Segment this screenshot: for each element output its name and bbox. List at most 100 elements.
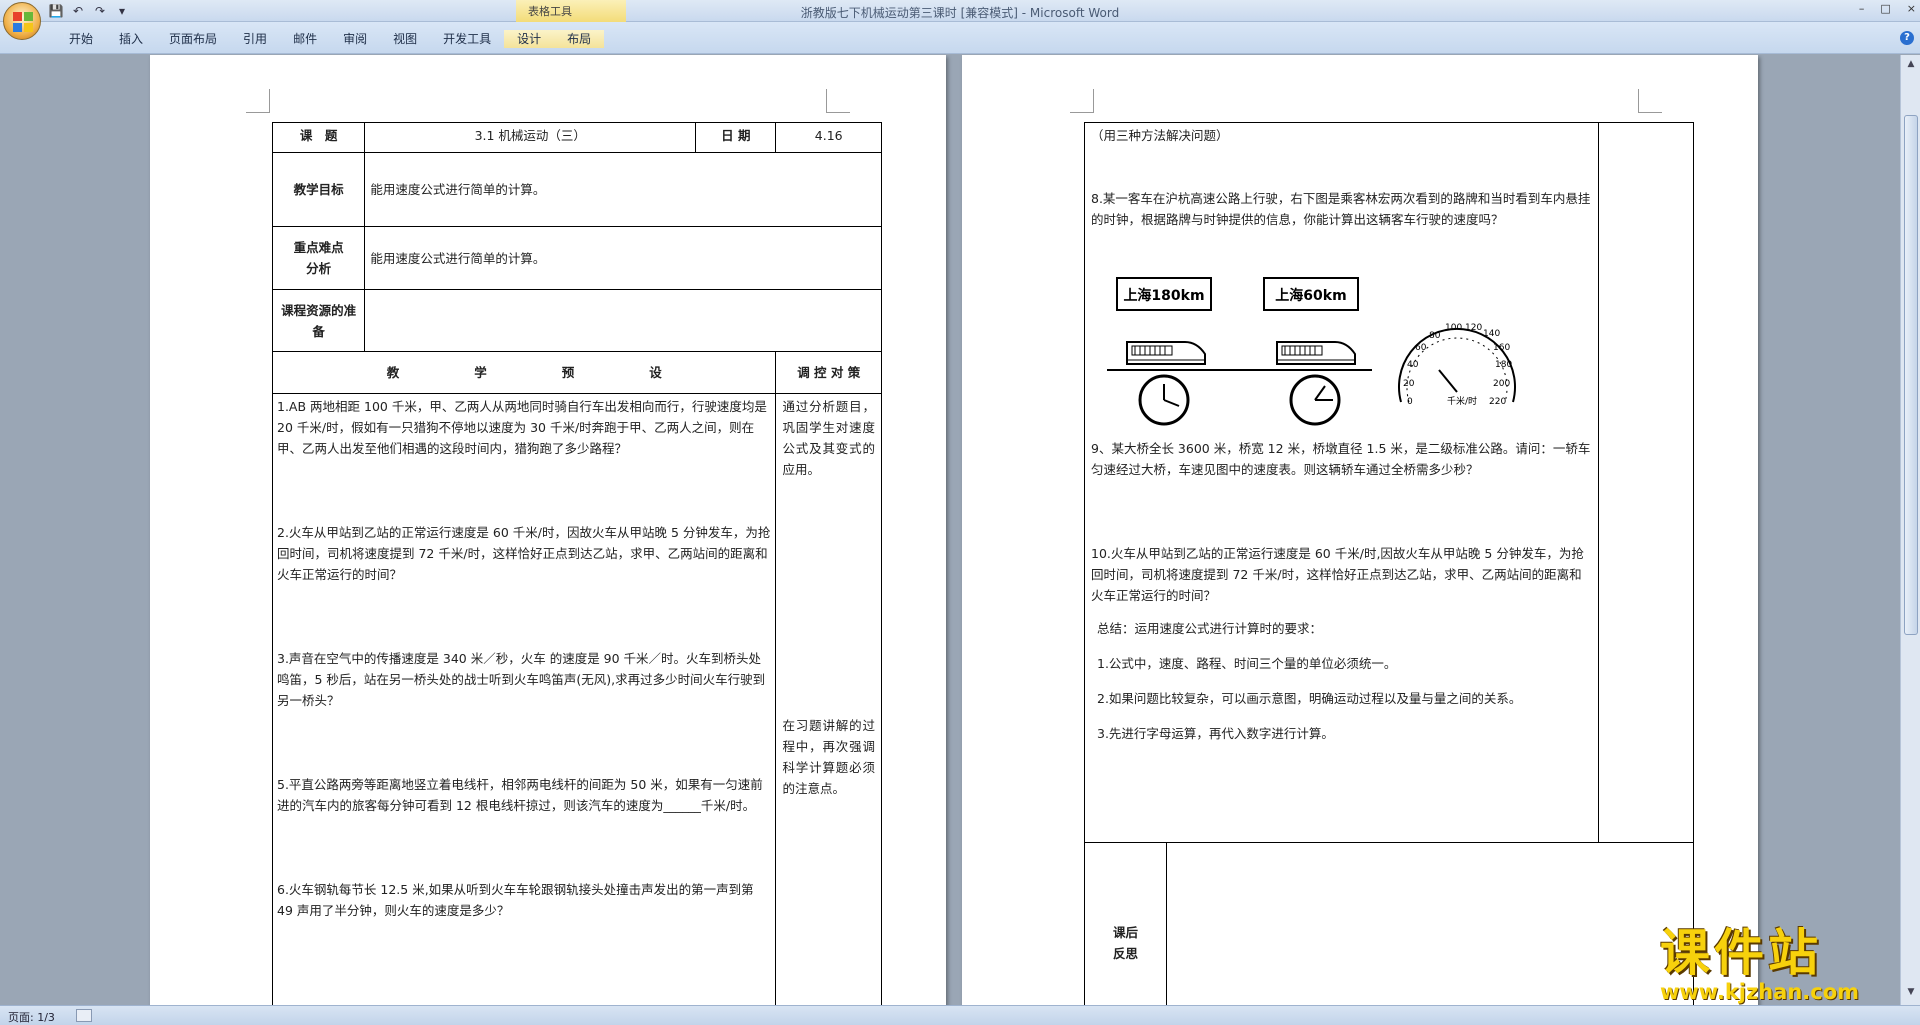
page-count[interactable]: 页面: 1/3 <box>8 1009 55 1025</box>
strategy-2: 在习题讲解的过程中，再次强调科学计算题必须的注意点。 <box>782 718 875 796</box>
question-6: 6.火车钢轨每节长 12.5 米,如果从听到火车车轮跟钢轨接头处撞击声发出的第一… <box>277 882 754 918</box>
date-label: 日 期 <box>695 122 777 153</box>
tab-design[interactable]: 设计 <box>504 30 555 48</box>
clock-2-icon <box>1289 374 1341 426</box>
window-title: 浙教版七下机械运动第三课时 [兼容模式] - Microsoft Word <box>800 6 1120 20</box>
help-icon[interactable]: ? <box>1900 31 1914 45</box>
date-value: 4.16 <box>775 122 882 153</box>
tab-view[interactable]: 视图 <box>380 30 430 48</box>
office-logo-icon <box>13 12 33 32</box>
method-note: （用三种方法解决问题） <box>1091 128 1229 143</box>
key-points-value: 能用速度公式进行简单的计算。 <box>364 226 882 290</box>
scroll-thumb[interactable] <box>1904 115 1918 635</box>
question-10: 10.火车从甲站到乙站的正常运行速度是 60 千米/时,因故火车从甲站晚 5 分… <box>1091 546 1584 603</box>
site-watermark: 课件站 www.kjzhan.com <box>1660 925 1900 1005</box>
watermark-url: www.kjzhan.com <box>1660 980 1860 1004</box>
clock-1-icon <box>1138 374 1190 426</box>
crop-mark <box>1070 89 1094 113</box>
svg-text:0: 0 <box>1407 397 1413 407</box>
reflection-value <box>1166 842 1694 1005</box>
document-area[interactable]: 课 题 3.1 机械运动（三） 日 期 4.16 教学目标 能用速度公式进行简单… <box>0 55 1900 1005</box>
svg-text:60: 60 <box>1415 343 1427 353</box>
tab-insert[interactable]: 插入 <box>106 30 156 48</box>
speedometer-needle <box>1438 369 1458 393</box>
table-row: 重点难点分析 能用速度公式进行简单的计算。 <box>271 226 882 290</box>
summary-title: 总结：运用速度公式进行计算时的要求： <box>1097 621 1323 636</box>
table-row: 1.AB 两地相距 100 千米，甲、乙两人从两地同时骑自行车出发相向而行，行驶… <box>271 393 882 1005</box>
crop-mark <box>826 89 850 113</box>
title-bar: 💾 ↶ ↷ ▾ 表格工具 浙教版七下机械运动第三课时 [兼容模式] - Micr… <box>0 0 1920 22</box>
strategy-1: 通过分析题目，巩固学生对速度公式及其变式的应用。 <box>782 399 875 477</box>
question-3: 3.声音在空气中的传播速度是 340 米／秒，火车 的速度是 90 千米／时。火… <box>277 651 766 708</box>
crop-mark <box>246 89 270 113</box>
summary-item-1: 1.公式中，速度、路程、时间三个量的单位必须统一。 <box>1097 656 1397 671</box>
table-row: 教 学 预 设 调 控 对 策 <box>271 351 882 394</box>
sign-1-text: 上海180km <box>1123 287 1204 304</box>
strategy-header: 调 控 对 策 <box>775 351 882 394</box>
tab-review[interactable]: 审阅 <box>330 30 380 48</box>
objective-label: 教学目标 <box>271 152 366 227</box>
document-page-1[interactable]: 课 题 3.1 机械运动（三） 日 期 4.16 教学目标 能用速度公式进行简单… <box>150 55 946 1005</box>
table-row: （用三种方法解决问题） 8.某一客车在沪杭高速公路上行驶，右下图是乘客林宏两次看… <box>1084 122 1694 843</box>
train-1-icon <box>1126 341 1206 365</box>
tab-home[interactable]: 开始 <box>56 30 106 48</box>
question-5: 5.平直公路两旁等距离地竖立着电线杆，相邻两电线杆的间距为 50 米，如果有一匀… <box>277 777 763 813</box>
questions-cell: （用三种方法解决问题） 8.某一客车在沪杭高速公路上行驶，右下图是乘客林宏两次看… <box>1084 122 1599 843</box>
train-2-icon <box>1276 341 1356 365</box>
topic-value: 3.1 机械运动（三） <box>364 122 697 153</box>
lesson-plan-table-continued: （用三种方法解决问题） 8.某一客车在沪杭高速公路上行驶，右下图是乘客林宏两次看… <box>1084 122 1694 1005</box>
question-9: 9、某大桥全长 3600 米，桥宽 12 米，桥墩直径 1.5 米，是二级标准公… <box>1091 441 1591 477</box>
question-2: 2.火车从甲站到乙站的正常运行速度是 60 千米/时，因故火车从甲站晚 5 分钟… <box>277 525 771 582</box>
watermark-cn: 课件站 <box>1660 924 1822 982</box>
proofing-icon[interactable] <box>76 1009 92 1022</box>
scroll-up-icon[interactable]: ▲ <box>1904 57 1918 71</box>
objective-value: 能用速度公式进行简单的计算。 <box>364 152 882 227</box>
table-row: 课 题 3.1 机械运动（三） 日 期 4.16 <box>271 122 882 153</box>
office-button[interactable] <box>3 2 41 40</box>
key-points-label: 重点难点分析 <box>271 226 366 290</box>
crop-mark <box>1638 89 1662 113</box>
tab-layout[interactable]: 布局 <box>554 30 605 48</box>
svg-text:120: 120 <box>1465 323 1482 333</box>
lesson-plan-table: 课 题 3.1 机械运动（三） 日 期 4.16 教学目标 能用速度公式进行简单… <box>271 122 882 1005</box>
table-row: 教学目标 能用速度公式进行简单的计算。 <box>271 152 882 227</box>
vertical-scrollbar[interactable]: ▲ ▼ <box>1900 55 1920 1005</box>
scroll-down-icon[interactable]: ▼ <box>1904 985 1918 999</box>
svg-text:180: 180 <box>1495 360 1512 370</box>
svg-text:80: 80 <box>1429 331 1441 341</box>
svg-text:140: 140 <box>1483 329 1500 339</box>
svg-text:200: 200 <box>1493 379 1510 389</box>
ribbon-tabs: 开始 插入 页面布局 引用 邮件 审阅 视图 开发工具 设计 布局 <box>56 30 605 48</box>
speedometer-icon: 0 20 40 60 80 100 120 140 160 180 200 22… <box>1398 323 1516 407</box>
tab-references[interactable]: 引用 <box>230 30 280 48</box>
ribbon-tabs-bar: 开始 插入 页面布局 引用 邮件 审阅 视图 开发工具 设计 布局 ? <box>0 22 1920 54</box>
tab-mailings[interactable]: 邮件 <box>280 30 330 48</box>
resources-value <box>364 289 882 352</box>
svg-text:160: 160 <box>1493 343 1510 353</box>
minimize-button[interactable]: – <box>1859 2 1865 15</box>
resources-label: 课程资源的准备 <box>271 289 366 352</box>
status-bar: 页面: 1/3 <box>0 1005 1920 1025</box>
summary-item-3: 3.先进行字母运算，再代入数字进行计算。 <box>1097 726 1334 741</box>
topic-label: 课 题 <box>271 122 366 153</box>
strategy-cell: 通过分析题目，巩固学生对速度公式及其变式的应用。 在习题讲解的过程中，再次强调科… <box>775 393 882 1005</box>
sign-2-text: 上海60km <box>1275 287 1346 304</box>
question-8: 8.某一客车在沪杭高速公路上行驶，右下图是乘客林宏两次看到的路牌和当时看到车内悬… <box>1091 191 1591 227</box>
plan-header: 教 学 预 设 <box>271 351 777 394</box>
tab-developer[interactable]: 开发工具 <box>430 30 504 48</box>
table-row: 课后反思 <box>1084 842 1694 1005</box>
close-button[interactable]: × <box>1907 2 1916 15</box>
maximize-button[interactable]: □ <box>1880 2 1890 15</box>
speed-problem-figure: 上海180km 上海60km 0 20 40 60 80 100 120 140… <box>1107 277 1516 426</box>
window-controls: – □ × <box>1859 2 1916 15</box>
reflection-label: 课后反思 <box>1084 842 1167 1005</box>
gauge-unit: 千米/时 <box>1447 395 1477 407</box>
question-1: 1.AB 两地相距 100 千米，甲、乙两人从两地同时骑自行车出发相向而行，行驶… <box>277 399 767 456</box>
document-page-2[interactable]: （用三种方法解决问题） 8.某一客车在沪杭高速公路上行驶，右下图是乘客林宏两次看… <box>962 55 1758 1005</box>
table-row: 课程资源的准备 <box>271 289 882 352</box>
tab-page-layout[interactable]: 页面布局 <box>156 30 230 48</box>
svg-text:40: 40 <box>1407 360 1419 370</box>
svg-text:220: 220 <box>1489 397 1506 407</box>
strategy-cell <box>1598 122 1694 843</box>
svg-text:100: 100 <box>1445 323 1462 333</box>
